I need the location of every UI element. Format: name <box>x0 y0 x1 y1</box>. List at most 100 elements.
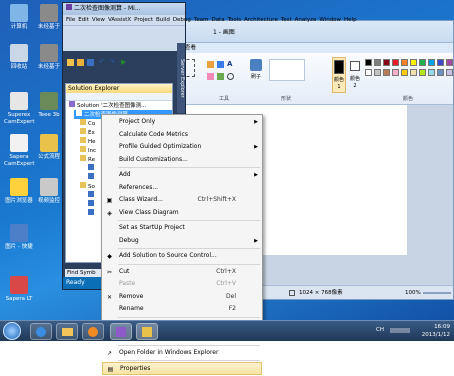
desktop-icon[interactable]: 计算机 <box>4 4 34 31</box>
file-icon <box>88 164 94 170</box>
menu-item-properties[interactable]: ▤ Properties <box>102 362 262 375</box>
redo-icon[interactable]: ↷ <box>109 59 116 66</box>
menu-view[interactable]: View <box>92 17 105 23</box>
vs-titlebar[interactable]: 二次检查图像测算 - Mi... <box>63 3 185 15</box>
menu-help[interactable]: Help <box>344 17 357 23</box>
palette-swatch[interactable] <box>419 69 426 76</box>
menu-architecture[interactable]: Architecture <box>244 17 278 23</box>
palette-swatch[interactable] <box>437 59 444 66</box>
palette-swatch[interactable] <box>419 59 426 66</box>
desktop-icon[interactable]: 公式流程 <box>34 134 64 161</box>
pencil-icon[interactable] <box>207 61 214 68</box>
server-explorer-tab[interactable]: Server Explorer <box>177 43 185 113</box>
menu-item-project-only[interactable]: Project Only ▶ <box>102 116 262 129</box>
menu-item-debug[interactable]: Debug ▶ <box>102 235 262 248</box>
submenu-arrow-icon: ▶ <box>254 172 258 178</box>
desktop-icon[interactable]: 图片 - 快捷 <box>4 224 34 251</box>
menu-item-remove[interactable]: ✕ Remove Del <box>102 291 262 304</box>
menu-item-cut[interactable]: ✂ Cut Ctrl+X <box>102 266 262 279</box>
menu-analyze[interactable]: Analyze <box>295 17 317 23</box>
new-project-icon[interactable] <box>67 59 74 66</box>
menu-item-add-solution-to-source-control[interactable]: ◆ Add Solution to Source Control... <box>102 250 262 263</box>
palette-swatch[interactable] <box>401 59 408 66</box>
fill-icon[interactable] <box>217 61 224 68</box>
menu-test[interactable]: Test <box>281 17 292 23</box>
menu-tools[interactable]: Tools <box>228 17 242 23</box>
desktop-icon[interactable]: 未经基于 <box>34 44 64 71</box>
undo-icon[interactable]: ↶ <box>99 59 106 66</box>
menu-debug[interactable]: Debug <box>173 17 191 23</box>
zoom-slider[interactable] <box>423 292 451 294</box>
menu-item-class-wizard[interactable]: ▣ Class Wizard... Ctrl+Shift+X <box>102 194 262 207</box>
desktop-icon[interactable]: Superex CamExpert <box>4 92 35 126</box>
open-icon[interactable] <box>77 59 84 66</box>
palette-swatch[interactable] <box>374 59 381 66</box>
menu-file[interactable]: File <box>66 17 75 23</box>
find-symbol-label: Find Symb <box>67 270 96 276</box>
palette-swatch[interactable] <box>401 69 408 76</box>
desktop-icon[interactable]: 回收站 <box>4 44 34 71</box>
palette-swatch[interactable] <box>410 69 417 76</box>
shapes-gallery[interactable] <box>269 59 305 81</box>
menu-item-references[interactable]: References... <box>102 182 262 195</box>
menu-data[interactable]: Data <box>211 17 224 23</box>
palette-swatch[interactable] <box>446 69 453 76</box>
menu-item-open-folder-in-windows-explorer[interactable]: ↗ Open Folder in Windows Explorer <box>102 347 262 360</box>
menu-item-set-as-startup-project[interactable]: Set as StartUp Project <box>102 222 262 235</box>
save-icon[interactable] <box>87 59 94 66</box>
menu-team[interactable]: Team <box>194 17 209 23</box>
tab-view[interactable]: 查看 <box>185 45 196 51</box>
desktop-icon[interactable]: 未经基于 <box>34 4 64 31</box>
palette-swatch[interactable] <box>410 59 417 66</box>
menu-project[interactable]: Project <box>134 17 153 23</box>
palette-swatch[interactable] <box>374 69 381 76</box>
menu-vassistx[interactable]: VAssistX <box>108 17 131 23</box>
taskbar-ie-button[interactable] <box>30 323 52 340</box>
taskbar-paint-button[interactable] <box>136 323 158 340</box>
taskbar-explorer-button[interactable] <box>56 323 78 340</box>
menu-separator <box>118 360 260 361</box>
palette-swatch[interactable] <box>446 59 453 66</box>
palette-swatch[interactable] <box>428 69 435 76</box>
menu-item-view-class-diagram[interactable]: ◈ View Class Diagram <box>102 207 262 220</box>
menu-item-calculate-code-metrics[interactable]: Calculate Code Metrics <box>102 129 262 142</box>
palette-swatch[interactable] <box>392 59 399 66</box>
palette-swatch[interactable] <box>437 69 444 76</box>
palette-swatch[interactable] <box>365 69 372 76</box>
menu-build[interactable]: Build <box>156 17 170 23</box>
magnifier-icon[interactable] <box>227 73 234 80</box>
menu-item-build-customizations[interactable]: Build Customizations... <box>102 154 262 167</box>
taskbar-media-button[interactable] <box>82 323 104 340</box>
paint-titlebar[interactable]: 1 - 画图 <box>177 21 453 43</box>
brush-button[interactable]: 刷子 <box>247 57 265 91</box>
menu-item-rename[interactable]: Rename F2 <box>102 303 262 316</box>
desktop-icon[interactable]: Sapera CamExpert <box>4 134 35 168</box>
menu-window[interactable]: Window <box>319 17 341 23</box>
clock[interactable]: 16:09 2013/1/12 <box>422 323 450 339</box>
palette-swatch[interactable] <box>383 69 390 76</box>
menu-item-add[interactable]: Add ▶ <box>102 169 262 182</box>
palette-swatch[interactable] <box>383 59 390 66</box>
eraser-icon[interactable] <box>207 73 214 80</box>
solution-explorer-header[interactable]: Solution Explorer <box>66 84 172 93</box>
language-indicator[interactable]: CH <box>376 327 384 333</box>
color1-button[interactable]: 颜色 1 <box>332 57 346 93</box>
palette-swatch[interactable] <box>392 69 399 76</box>
menu-edit[interactable]: Edit <box>78 17 89 23</box>
desktop-icon[interactable]: Sapera LT <box>4 276 34 303</box>
start-debug-icon[interactable]: ▶ <box>121 59 128 66</box>
desktop-icon[interactable]: 视频监控 <box>34 178 64 205</box>
start-button[interactable] <box>3 322 21 340</box>
menu-item-profile-guided-optimization[interactable]: Profile Guided Optimization ▶ <box>102 141 262 154</box>
desktop-icon[interactable]: 图片浏览器 <box>4 178 34 205</box>
desktop-icon[interactable]: Teee 3b <box>34 92 64 119</box>
picker-icon[interactable] <box>217 73 224 80</box>
palette-swatch[interactable] <box>365 59 372 66</box>
solution-node[interactable]: Solution '二次检查图像测... <box>66 101 172 110</box>
palette-swatch[interactable] <box>428 59 435 66</box>
color2-button[interactable]: 颜色 2 <box>348 57 362 93</box>
tree-item-label: So <box>88 184 95 190</box>
text-icon[interactable]: A <box>227 61 234 68</box>
taskbar-vs-button[interactable] <box>110 323 132 340</box>
view-class-diagram-icon: ◈ <box>107 209 112 217</box>
